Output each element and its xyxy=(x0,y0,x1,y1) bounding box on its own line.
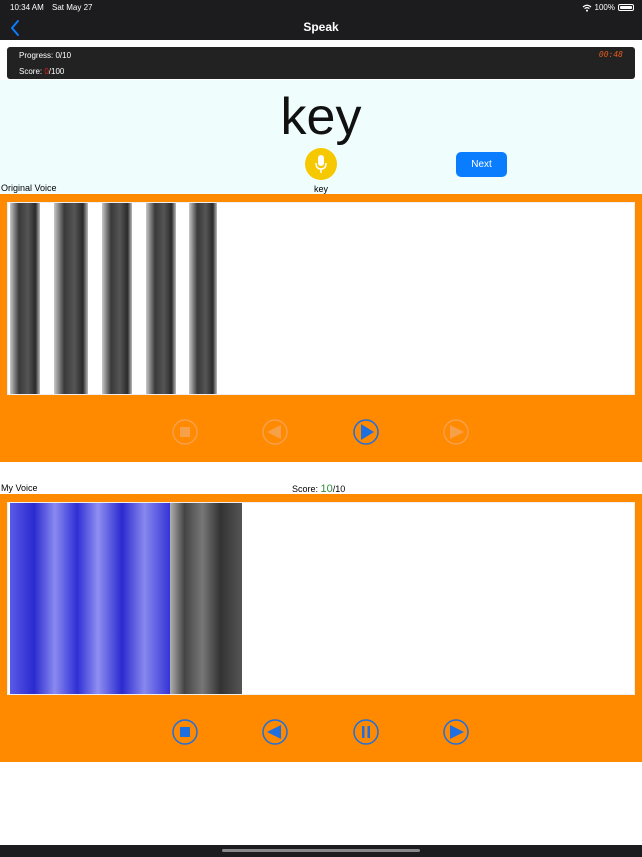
word-area: key Next key xyxy=(0,80,642,194)
mic-button[interactable] xyxy=(305,148,337,180)
rewind-icon[interactable] xyxy=(261,718,289,746)
home-indicator[interactable] xyxy=(222,849,420,852)
original-voice-panel xyxy=(0,194,642,462)
stop-icon[interactable] xyxy=(171,418,199,446)
status-bar: 10:34 AM Sat May 27 100% xyxy=(0,0,642,16)
wifi-icon xyxy=(582,4,591,12)
rewind-icon[interactable] xyxy=(261,418,289,446)
my-voice-label: My Voice xyxy=(1,483,38,493)
status-time: 10:34 AM xyxy=(10,3,44,12)
my-score-prefix: Score: xyxy=(292,484,321,494)
battery-icon xyxy=(618,4,634,11)
page-title: Speak xyxy=(303,20,339,34)
status-right: 100% xyxy=(582,3,634,12)
score-suffix: /100 xyxy=(48,67,65,76)
next-button[interactable]: Next xyxy=(456,152,507,177)
my-spectrogram xyxy=(7,502,635,695)
original-voice-label: Original Voice xyxy=(1,183,57,193)
battery-percent: 100% xyxy=(594,3,615,12)
progress-text: Progress: 0/10 xyxy=(19,51,72,60)
home-indicator-bar xyxy=(0,845,642,857)
my-voice-panel xyxy=(0,494,642,762)
my-score-suffix: /10 xyxy=(332,484,346,494)
play-icon[interactable] xyxy=(352,418,380,446)
stop-icon[interactable] xyxy=(171,718,199,746)
forward-icon[interactable] xyxy=(442,718,470,746)
score-text: Score: 0/100 xyxy=(19,67,64,76)
pause-icon[interactable] xyxy=(352,718,380,746)
original-spectrogram xyxy=(7,202,635,395)
forward-icon[interactable] xyxy=(442,418,470,446)
nav-bar: Speak xyxy=(0,16,642,40)
microphone-icon xyxy=(315,155,327,173)
target-word-caption: key xyxy=(313,184,328,194)
info-bar: Progress: 0/10 Score: 0/100 00:48 xyxy=(7,47,635,79)
score-prefix: Score: xyxy=(19,67,45,76)
status-date: Sat May 27 xyxy=(52,3,93,12)
target-word: key xyxy=(280,88,362,146)
timer: 00:48 xyxy=(598,50,623,59)
